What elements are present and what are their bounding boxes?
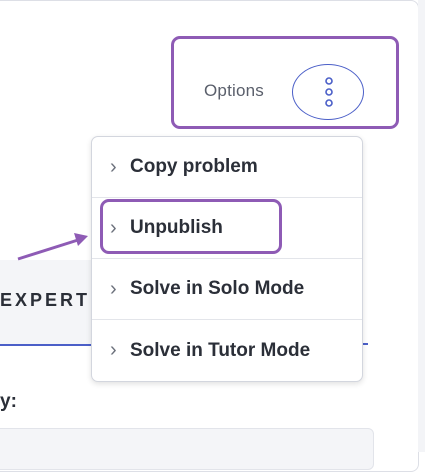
chevron-right-icon: › xyxy=(110,277,117,300)
options-dropdown-menu: › Copy problem › Unpublish › Solve in So… xyxy=(91,136,363,382)
menu-item-solve-solo[interactable]: › Solve in Solo Mode xyxy=(92,259,362,320)
menu-item-label: Solve in Solo Mode xyxy=(130,278,305,299)
menu-item-label: Copy problem xyxy=(130,156,258,177)
menu-item-solve-tutor[interactable]: › Solve in Tutor Mode xyxy=(92,320,362,381)
menu-item-copy-problem[interactable]: › Copy problem xyxy=(92,137,362,198)
menu-item-label: Solve in Tutor Mode xyxy=(130,339,311,361)
chevron-right-icon: › xyxy=(110,339,117,361)
unpublish-highlight-box xyxy=(100,199,282,254)
chevron-right-icon: › xyxy=(110,155,117,178)
